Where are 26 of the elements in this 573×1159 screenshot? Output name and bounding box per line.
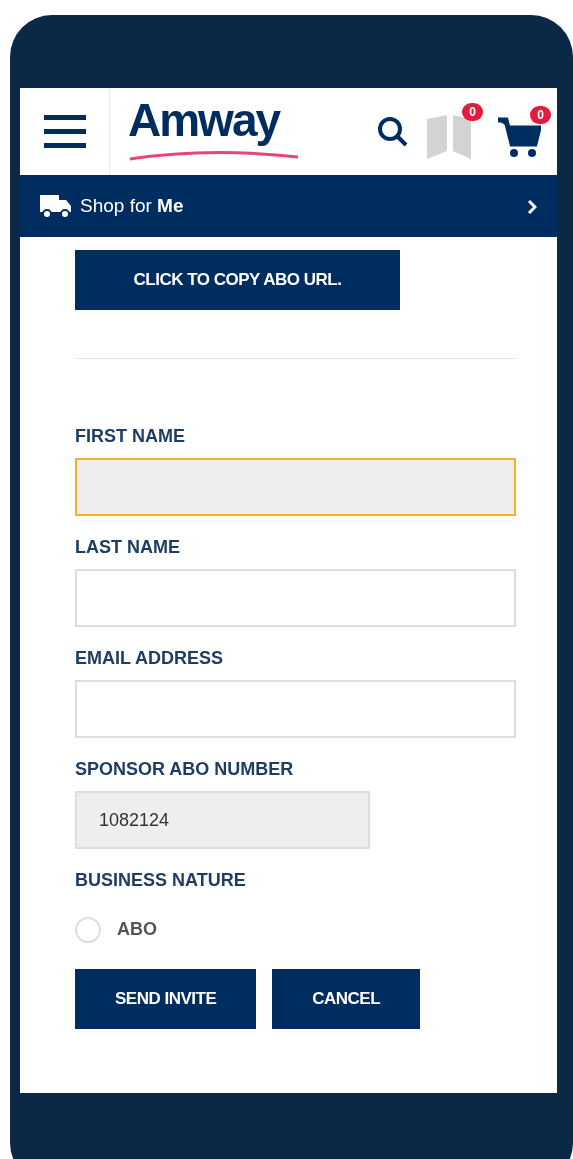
input-field[interactable] — [75, 680, 516, 738]
radio-label: ABO — [117, 918, 157, 941]
truck-icon — [40, 194, 72, 219]
field-label: BUSINESS NATURE — [75, 869, 247, 892]
count-badge: 0 — [530, 105, 551, 124]
search-button[interactable] — [377, 115, 409, 148]
send-invite-button[interactable]: SEND INVITE — [75, 969, 257, 1029]
field-label: EMAIL ADDRESS — [75, 647, 225, 670]
shopping-list-button[interactable]: 0 — [425, 102, 481, 161]
menu-icon — [43, 114, 86, 149]
shop-for-label: Shop for Me — [80, 193, 184, 218]
count-badge: 0 — [462, 102, 483, 121]
cart-button[interactable]: 0 — [497, 105, 549, 158]
copy-url-button[interactable]: CLICK TO COPY ABO URL. — [75, 250, 400, 310]
field-label: SPONSOR ABO NUMBER — [75, 758, 295, 781]
input-field[interactable] — [75, 569, 516, 627]
shop-for-bar[interactable]: Shop for Me — [20, 175, 557, 237]
chevron-right-icon — [527, 198, 537, 215]
field-label: FIRST NAME — [75, 425, 186, 448]
search-icon — [377, 115, 409, 148]
logo-swoosh-icon — [128, 149, 300, 162]
field-label: LAST NAME — [75, 536, 181, 559]
radio-button[interactable] — [75, 916, 101, 943]
cancel-button[interactable]: CANCEL — [272, 969, 421, 1029]
input-field[interactable]: 1082124 — [75, 791, 370, 849]
input-field[interactable] — [75, 458, 516, 516]
